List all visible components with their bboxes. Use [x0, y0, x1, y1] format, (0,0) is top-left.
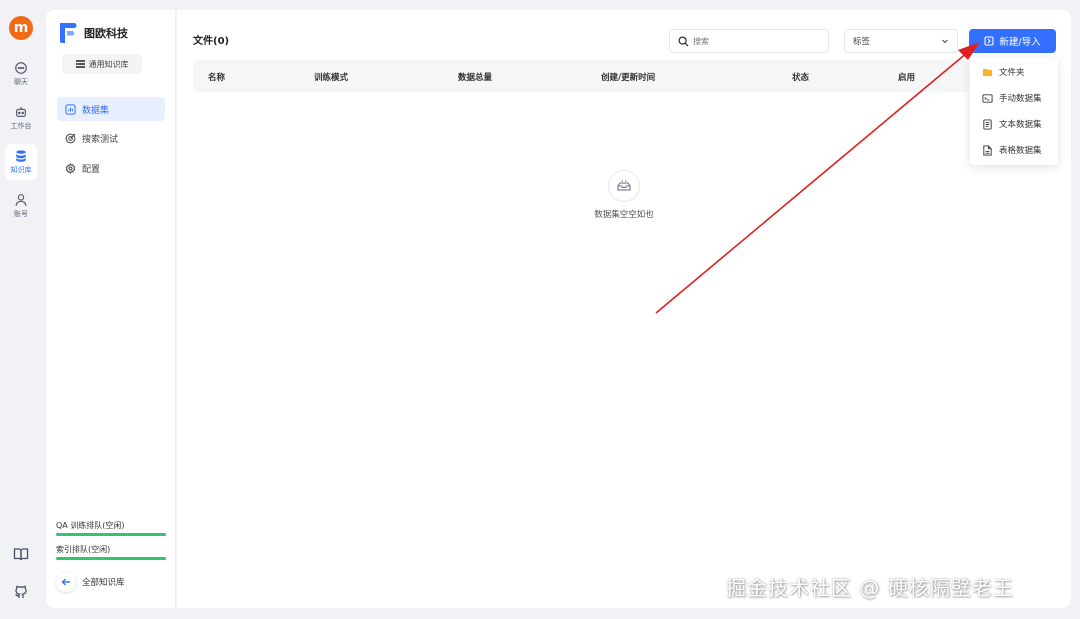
- column-header: 启用: [898, 73, 916, 83]
- target-icon: [65, 133, 76, 143]
- search-input[interactable]: [693, 36, 823, 46]
- menu-item-label: 文件夹: [999, 68, 1025, 78]
- table-doc-icon: [983, 144, 992, 156]
- main-panel: 文件(0) 标签 新建/导入 名称 训练模式 数据总量 创建/更新时间 状态 启…: [177, 10, 1071, 608]
- menu-item-manual-dataset[interactable]: 手动数据集: [970, 86, 1058, 110]
- left-nav: m 聊天 工作台 知识库 账号: [0, 0, 42, 619]
- nav-docs[interactable]: [0, 546, 42, 562]
- menu-item-folder[interactable]: 文件夹: [970, 60, 1058, 84]
- watermark: 掘金技术社区 @ 硬核隔壁老王: [726, 576, 1014, 600]
- manual-icon: [982, 93, 993, 103]
- kb-name-chip[interactable]: 通用知识库: [62, 54, 142, 74]
- brand-name: 图欧科技: [84, 27, 128, 40]
- import-icon: [984, 36, 994, 46]
- nav-item-account[interactable]: 账号: [5, 188, 37, 224]
- column-header: 创建/更新时间: [601, 73, 656, 83]
- sidebar-item-label: 配置: [82, 164, 101, 175]
- column-header: 状态: [792, 73, 810, 83]
- column-header: 名称: [208, 73, 226, 83]
- search-icon: [678, 35, 689, 47]
- chevron-down-icon: [942, 39, 948, 44]
- qa-queue-label: QA 训练排队(空闲): [56, 521, 125, 530]
- folder-icon: [982, 68, 993, 76]
- menu-item-label: 文本数据集: [999, 120, 1042, 130]
- nav-label: 知识库: [10, 166, 32, 174]
- new-import-dropdown: 文件夹 手动数据集 文本数据集 表格数据集: [970, 58, 1058, 165]
- user-icon: [15, 194, 27, 206]
- nav-github[interactable]: [0, 584, 42, 600]
- nav-label: 账号: [14, 210, 28, 218]
- qa-queue-bar: [56, 533, 166, 536]
- nav-item-workbench[interactable]: 工作台: [5, 100, 37, 136]
- database-icon: [16, 150, 26, 162]
- column-header: 训练模式: [314, 73, 349, 83]
- brand: 图欧科技: [58, 22, 128, 44]
- chat-icon: [15, 62, 27, 74]
- list-icon: [75, 60, 85, 68]
- sidebar-item-dataset[interactable]: 数据集: [57, 97, 165, 121]
- text-doc-icon: [983, 118, 992, 130]
- table-header: 名称 训练模式 数据总量 创建/更新时间 状态 启用: [193, 60, 969, 92]
- back-to-all-kb[interactable]: 全部知识库: [56, 572, 125, 592]
- index-queue-status: 索引排队(空闲): [56, 544, 166, 560]
- index-queue-bar: [56, 557, 166, 560]
- sidebar-item-label: 搜索测试: [82, 134, 119, 145]
- brand-logo-icon: [60, 23, 77, 43]
- new-import-label: 新建/导入: [999, 37, 1041, 48]
- sidebar-item-search-test[interactable]: 搜索测试: [57, 126, 165, 150]
- new-import-button[interactable]: 新建/导入: [969, 29, 1056, 53]
- column-header: 数据总量: [458, 73, 493, 83]
- index-queue-label: 索引排队(空闲): [56, 545, 111, 554]
- robot-icon: [16, 106, 26, 117]
- kb-sidebar: 图欧科技 通用知识库 数据集 搜索测试 配置 QA 训练排队(空闲) 索引排队(…: [46, 10, 176, 608]
- sidebar-item-config[interactable]: 配置: [57, 156, 165, 180]
- arrow-left-icon: [56, 572, 76, 592]
- back-label: 全部知识库: [82, 578, 125, 588]
- empty-state-text: 数据集空空如也: [594, 210, 654, 220]
- chart-icon: [65, 103, 76, 115]
- menu-item-table-dataset[interactable]: 表格数据集: [970, 138, 1058, 162]
- gear-icon: [65, 162, 76, 174]
- user-avatar[interactable]: m: [9, 16, 33, 40]
- tag-select[interactable]: 标签: [844, 29, 958, 53]
- nav-item-chat[interactable]: 聊天: [5, 56, 37, 92]
- nav-label: 工作台: [10, 122, 32, 130]
- nav-label: 聊天: [14, 78, 28, 86]
- search-box[interactable]: [669, 29, 829, 53]
- empty-box-icon: [608, 170, 640, 202]
- qa-queue-status: QA 训练排队(空闲): [56, 520, 166, 536]
- kb-name: 通用知识库: [88, 59, 129, 69]
- menu-item-label: 手动数据集: [999, 94, 1042, 104]
- book-icon: [13, 548, 29, 561]
- github-icon: [15, 585, 27, 598]
- page-title: 文件(0): [193, 36, 230, 47]
- tag-select-value: 标签: [853, 37, 871, 47]
- menu-item-text-dataset[interactable]: 文本数据集: [970, 112, 1058, 136]
- menu-item-label: 表格数据集: [999, 146, 1042, 156]
- nav-item-knowledge-base[interactable]: 知识库: [5, 144, 37, 180]
- sidebar-item-label: 数据集: [82, 105, 110, 116]
